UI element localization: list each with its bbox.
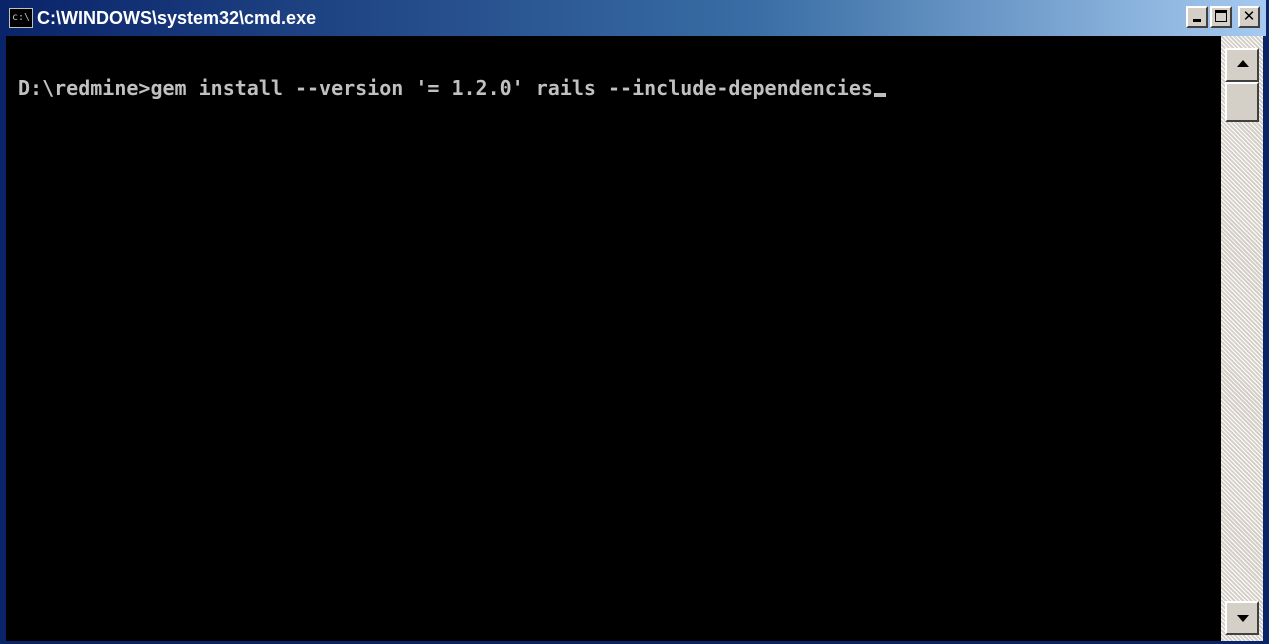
maximize-icon (1215, 10, 1227, 22)
minimize-icon (1193, 19, 1201, 22)
close-button[interactable]: ✕ (1238, 6, 1260, 28)
arrow-up-icon (1237, 60, 1249, 67)
scroll-thumb[interactable] (1225, 82, 1259, 122)
maximize-button[interactable] (1210, 6, 1232, 28)
console-line: D:\redmine>gem install --version '= 1.2.… (18, 76, 886, 100)
window-title: C:\WINDOWS\system32\cmd.exe (37, 7, 317, 28)
cmd-window: c:\ C:\WINDOWS\system32\cmd.exe ✕ D:\red… (0, 0, 1269, 644)
scroll-down-button[interactable] (1225, 601, 1259, 635)
minimize-button[interactable] (1186, 6, 1208, 28)
scroll-up-button[interactable] (1225, 48, 1259, 82)
console-prompt: D:\redmine> (18, 76, 151, 100)
text-cursor (873, 93, 886, 97)
console-command: gem install --version '= 1.2.0' rails --… (150, 76, 873, 100)
vertical-scrollbar[interactable] (1221, 36, 1263, 641)
caption-buttons: ✕ (1186, 6, 1260, 28)
title-bar[interactable]: c:\ C:\WINDOWS\system32\cmd.exe ✕ (3, 0, 1266, 36)
console-area[interactable]: D:\redmine>gem install --version '= 1.2.… (6, 36, 1224, 641)
cmd-icon[interactable]: c:\ (9, 8, 33, 28)
arrow-down-icon (1237, 615, 1249, 622)
close-icon: ✕ (1242, 7, 1256, 25)
